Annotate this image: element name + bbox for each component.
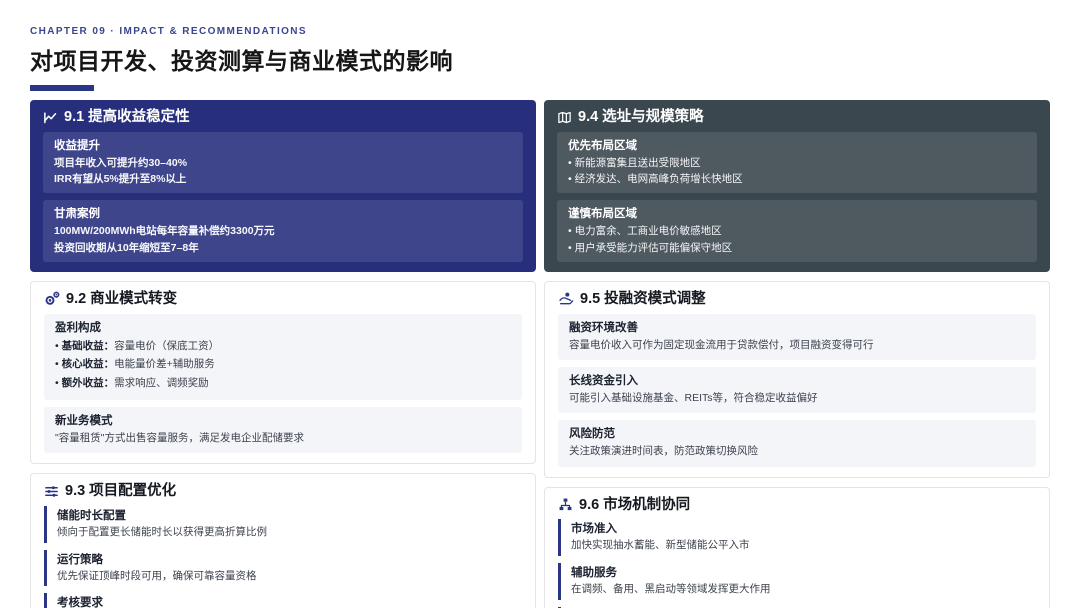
card-title-label: 9.5 投融资模式调整: [580, 290, 706, 307]
card-title-label: 9.3 项目配置优化: [65, 483, 177, 500]
card-9-6-title-row: 9.6 市场机制协同: [558, 496, 1036, 515]
region-item: 电力富余、工商业电价敏感地区: [568, 223, 1026, 239]
panel-line: IRR有望从5%提升至8%以上: [54, 173, 187, 186]
card-9-5-title-row: 9.5 投融资模式调整: [558, 290, 1036, 309]
panel-risk-prevention: 风险防范 关注政策演进时间表，防范政策切换风险: [558, 420, 1036, 467]
panel-financing-environment: 融资环境改善 容量电价收入可作为固定现金流用于贷款偿付，项目融资变得可行: [558, 313, 1036, 361]
panel-heading: 融资环境改善: [569, 321, 638, 334]
card-title-label: 9.4 选址与规模策略: [578, 109, 704, 125]
slide-page: CHAPTER 09 · IMPACT & RECOMMENDATIONS 对项…: [0, 0, 1080, 608]
panel-heading: 优先布局区域: [568, 139, 637, 152]
panel-text: 容量电价收入可作为固定现金流用于贷款偿付，项目融资变得可行: [569, 338, 874, 351]
panel-heading: 盈利构成: [55, 321, 101, 334]
region-item: 新能源富集且送出受限地区: [568, 155, 1026, 171]
item-storage-duration: 储能时长配置 倾向于配置更长储能时长以获得更高折算比例: [44, 505, 522, 543]
panel-heading: 长线资金引入: [569, 375, 638, 388]
profit-text: 需求响应、调频奖励: [114, 377, 209, 390]
panel-text: 可能引入基础设施基金、REITs等，符合稳定收益偏好: [569, 392, 818, 405]
panel-revenue-boost: 收益提升 项目年收入可提升约30–40% IRR有望从5%提升至8%以上: [43, 131, 523, 194]
title-underline: [30, 85, 94, 91]
panel-priority-regions: 优先布局区域 新能源富集且送出受限地区 经济发达、电网高峰负荷增长快地区: [557, 131, 1037, 194]
chart-line-icon: [44, 112, 57, 124]
profit-lead: 额外收益：: [61, 377, 115, 390]
panel-text: "容量租赁"方式出售容量服务，满足发电企业配储要求: [55, 431, 304, 444]
item-heading: 储能时长配置: [57, 509, 126, 522]
card-9-2-business-model: 9.2 商业模式转变 盈利构成 基础收益：容量电价（保底工资） 核心收益：电能量…: [30, 280, 536, 465]
panel-text: 关注政策演进时间表，防范政策切换风险: [569, 445, 758, 458]
panel-line: 项目年收入可提升约30–40%: [54, 156, 188, 169]
profit-lead: 基础收益：: [61, 339, 115, 352]
card-9-4-siting-strategy: 9.4 选址与规模策略 优先布局区域 新能源富集且送出受限地区 经济发达、电网高…: [544, 100, 1050, 272]
item-assessment-requirement: 考核要求 达不到顶峰出力要求的机组将被扣减容量费用: [44, 593, 522, 608]
chapter-eyebrow: CHAPTER 09 · IMPACT & RECOMMENDATIONS: [30, 26, 307, 37]
item-heading: 市场准入: [571, 523, 617, 536]
card-grid: 9.1 提高收益稳定性 收益提升 项目年收入可提升约30–40% IRR有望从5…: [30, 100, 1050, 608]
card-9-1-title-row: 9.1 提高收益稳定性: [43, 108, 523, 127]
panel-line: 投资回收期从10年缩短至7–8年: [54, 241, 199, 254]
right-column: 9.4 选址与规模策略 优先布局区域 新能源富集且送出受限地区 经济发达、电网高…: [544, 100, 1050, 608]
sitemap-icon: [559, 499, 572, 511]
region-item: 用户承受能力评估可能偏保守地区: [568, 240, 1026, 256]
profit-text: 电能量价差+辅助服务: [114, 358, 215, 371]
item-market-access: 市场准入 加快实现抽水蓄能、新型储能公平入市: [558, 519, 1036, 557]
card-9-4-title-row: 9.4 选址与规模策略: [557, 108, 1037, 127]
map-pin-icon: [558, 111, 571, 124]
sliders-icon: [45, 486, 58, 497]
panel-profit-structure: 盈利构成 基础收益：容量电价（保底工资） 核心收益：电能量价差+辅助服务 额外收…: [44, 313, 522, 400]
panel-gansu-case: 甘肃案例 100MW/200MWh电站每年容量补偿约3300万元 投资回收期从1…: [43, 200, 523, 262]
region-list: 新能源富集且送出受限地区 经济发达、电网高峰负荷增长快地区: [568, 155, 1026, 188]
panel-heading: 新业务模式: [55, 414, 113, 427]
card-title-label: 9.6 市场机制协同: [579, 496, 691, 513]
panel-heading: 收益提升: [54, 139, 100, 152]
profit-item: 基础收益：容量电价（保底工资）: [55, 337, 511, 356]
page-title: 对项目开发、投资测算与商业模式的影响: [30, 48, 453, 74]
profit-lead: 核心收益：: [61, 358, 115, 371]
item-operation-strategy: 运行策略 优先保证顶峰时段可用，确保可靠容量资格: [44, 549, 522, 587]
region-item: 经济发达、电网高峰负荷增长快地区: [568, 171, 1026, 187]
panel-heading: 甘肃案例: [54, 208, 100, 221]
item-heading: 运行策略: [57, 553, 103, 566]
region-list: 电力富余、工商业电价敏感地区 用户承受能力评估可能偏保守地区: [568, 223, 1026, 256]
card-9-3-title-row: 9.3 项目配置优化: [44, 482, 522, 501]
item-heading: 考核要求: [57, 597, 103, 608]
item-text: 倾向于配置更长储能时长以获得更高折算比例: [57, 525, 267, 538]
profit-list: 基础收益：容量电价（保底工资） 核心收益：电能量价差+辅助服务 额外收益：需求响…: [55, 337, 511, 393]
left-column: 9.1 提高收益稳定性 收益提升 项目年收入可提升约30–40% IRR有望从5…: [30, 100, 536, 608]
panel-cautious-regions: 谨慎布局区域 电力富余、工商业电价敏感地区 用户承受能力评估可能偏保守地区: [557, 200, 1037, 262]
item-text: 优先保证顶峰时段可用，确保可靠容量资格: [57, 569, 257, 582]
panel-line: 100MW/200MWh电站每年容量补偿约3300万元: [54, 225, 275, 238]
card-9-5-financing-adjustment: 9.5 投融资模式调整 融资环境改善 容量电价收入可作为固定现金流用于贷款偿付，…: [544, 280, 1050, 478]
card-title-label: 9.1 提高收益稳定性: [64, 109, 190, 125]
profit-item: 核心收益：电能量价差+辅助服务: [55, 355, 511, 374]
panel-longterm-capital: 长线资金引入 可能引入基础设施基金、REITs等，符合稳定收益偏好: [558, 367, 1036, 414]
item-text: 加快实现抽水蓄能、新型储能公平入市: [571, 539, 750, 552]
panel-new-business-model: 新业务模式 "容量租赁"方式出售容量服务，满足发电企业配储要求: [44, 406, 522, 454]
card-9-3-project-config: 9.3 项目配置优化 储能时长配置 倾向于配置更长储能时长以获得更高折算比例 运…: [30, 473, 536, 608]
item-ancillary-services: 辅助服务 在调频、备用、黑启动等领域发挥更大作用: [558, 563, 1036, 600]
profit-text: 容量电价（保底工资）: [114, 339, 220, 352]
hand-coin-icon: [559, 292, 574, 305]
item-text: 在调频、备用、黑启动等领域发挥更大作用: [571, 583, 771, 596]
card-9-2-title-row: 9.2 商业模式转变: [44, 290, 522, 309]
gears-icon: [45, 291, 60, 306]
panel-heading: 谨慎布局区域: [568, 208, 637, 221]
item-heading: 辅助服务: [571, 567, 617, 580]
card-9-1-revenue-stability: 9.1 提高收益稳定性 收益提升 项目年收入可提升约30–40% IRR有望从5…: [30, 100, 536, 272]
panel-heading: 风险防范: [569, 428, 615, 441]
card-title-label: 9.2 商业模式转变: [66, 290, 178, 307]
card-9-6-market-mechanism: 9.6 市场机制协同 市场准入 加快实现抽水蓄能、新型储能公平入市 辅助服务 在…: [544, 486, 1050, 608]
profit-item: 额外收益：需求响应、调频奖励: [55, 374, 511, 393]
